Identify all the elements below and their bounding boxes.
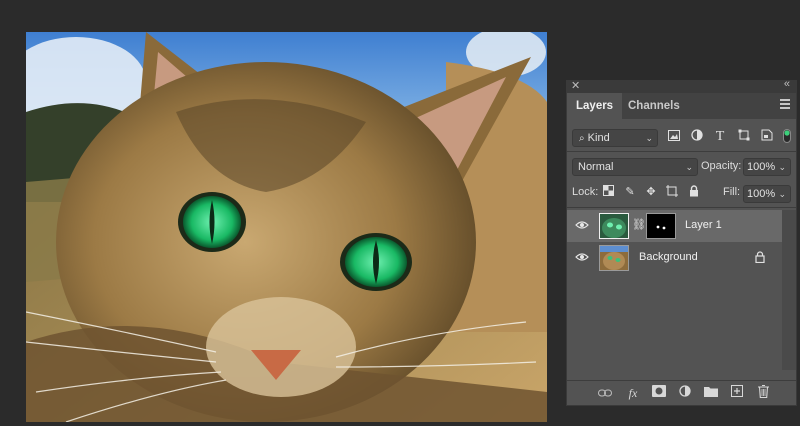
layer-lock-icon[interactable] [755, 250, 765, 268]
visibility-eye-icon[interactable] [575, 220, 589, 230]
opacity-label: Opacity: [701, 160, 742, 172]
lock-image-pixels-icon[interactable]: ✎ [623, 185, 637, 199]
opacity-value: 100% [747, 161, 776, 173]
shape-filter-icon[interactable] [736, 129, 752, 145]
panel-tabs: Layers Channels [567, 93, 796, 119]
panel-menu-icon[interactable] [780, 99, 790, 111]
chevron-down-icon[interactable]: ⌄ [778, 159, 786, 175]
collapse-panel-icon[interactable]: « [784, 78, 790, 90]
opacity-field[interactable]: 100% ⌄ [743, 158, 791, 176]
chevron-down-icon: ⌄ [645, 133, 653, 143]
panel-footer: fx [567, 380, 796, 405]
lock-all-icon[interactable] [687, 185, 701, 199]
layer-row[interactable]: ⛓ Layer 1 [567, 210, 782, 242]
visibility-eye-icon[interactable] [575, 252, 589, 262]
lock-transparent-pixels-icon[interactable] [601, 185, 615, 199]
lock-artboard-icon[interactable] [665, 185, 679, 199]
image-filter-icon[interactable] [666, 129, 682, 145]
adjustment-filter-icon[interactable] [689, 129, 705, 145]
smart-object-filter-icon[interactable] [759, 129, 775, 145]
new-layer-icon[interactable] [729, 385, 745, 401]
type-filter-icon[interactable]: T [712, 129, 728, 145]
lock-position-icon[interactable]: ✥ [644, 185, 658, 199]
fill-label: Fill: [723, 186, 741, 198]
tab-layers[interactable]: Layers [567, 93, 623, 119]
layer-row[interactable]: Background [567, 242, 782, 274]
layers-scrollbar[interactable] [782, 210, 796, 370]
layer-name[interactable]: Layer 1 [685, 219, 722, 231]
layer-thumbnail[interactable] [599, 245, 629, 271]
layer-name[interactable]: Background [639, 251, 698, 263]
panel-title-bar[interactable]: ✕ « [567, 78, 796, 93]
fx-icon[interactable]: fx [625, 385, 641, 401]
document-canvas[interactable] [26, 32, 547, 422]
blend-mode-dropdown[interactable]: Normal ⌄ [572, 158, 698, 176]
trash-icon[interactable] [755, 384, 771, 401]
divider [567, 207, 796, 208]
search-icon: ⌕ [579, 133, 585, 144]
link-layers-icon[interactable] [597, 385, 613, 401]
cat-photo [26, 32, 547, 422]
layers-panel: ✕ « Layers Channels ⌕ Kind ⌄ T Normal ⌄ … [566, 78, 797, 406]
chevron-down-icon: ⌄ [685, 162, 693, 172]
divider [567, 151, 796, 152]
layer-mask-thumbnail[interactable] [646, 213, 676, 239]
chevron-down-icon[interactable]: ⌄ [778, 186, 786, 202]
tab-channels[interactable]: Channels [619, 93, 689, 119]
close-panel-icon[interactable]: ✕ [571, 79, 580, 92]
lock-label: Lock: [572, 186, 599, 198]
filter-kind-dropdown[interactable]: ⌕ Kind ⌄ [572, 129, 658, 147]
filter-kind-label: Kind [587, 132, 610, 144]
add-mask-icon[interactable] [651, 385, 667, 401]
adjustment-layer-icon[interactable] [677, 385, 693, 401]
fill-value: 100% [747, 188, 776, 200]
fill-field[interactable]: 100% ⌄ [743, 185, 791, 203]
layer-thumbnail[interactable] [599, 213, 629, 239]
new-group-icon[interactable] [703, 385, 719, 401]
blend-mode-value: Normal [578, 161, 614, 173]
filter-toggle[interactable] [779, 129, 795, 145]
mask-link-icon[interactable]: ⛓ [632, 218, 646, 231]
